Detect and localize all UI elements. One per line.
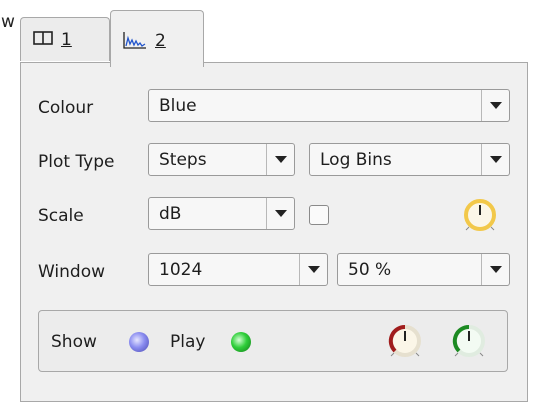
colour-value: Blue bbox=[159, 95, 197, 116]
gain-knob-icon[interactable] bbox=[462, 197, 498, 238]
plot-style-select[interactable]: Steps bbox=[148, 143, 295, 176]
show-toggle-led[interactable] bbox=[129, 332, 149, 352]
tab-1[interactable]: 1 bbox=[20, 17, 110, 61]
play-toggle-led[interactable] bbox=[231, 332, 251, 352]
chevron-down-icon bbox=[299, 254, 327, 285]
split-view-icon bbox=[33, 30, 53, 50]
bins-value: Log Bins bbox=[320, 149, 392, 170]
scale-select[interactable]: dB bbox=[148, 197, 295, 230]
chevron-down-icon bbox=[266, 144, 294, 175]
scale-value: dB bbox=[159, 203, 182, 224]
chevron-down-icon bbox=[266, 198, 294, 229]
overlap-value: 50 % bbox=[348, 259, 392, 280]
clipped-window-text: w bbox=[1, 12, 15, 32]
tab-2-label: 2 bbox=[155, 31, 166, 51]
chevron-down-icon bbox=[481, 254, 509, 285]
chevron-down-icon bbox=[481, 90, 509, 121]
playback-group: Show Play bbox=[38, 310, 508, 372]
level-knob-icon[interactable] bbox=[451, 323, 487, 364]
plot-type-label: Plot Type bbox=[38, 152, 115, 172]
show-label: Show bbox=[51, 332, 97, 352]
scale-checkbox[interactable] bbox=[309, 205, 329, 225]
colour-label: Colour bbox=[38, 98, 94, 118]
tab-1-label: 1 bbox=[61, 29, 72, 50]
chevron-down-icon bbox=[481, 144, 509, 175]
window-label: Window bbox=[38, 262, 106, 282]
overlap-select[interactable]: 50 % bbox=[337, 253, 510, 286]
threshold-knob-icon[interactable] bbox=[387, 323, 423, 364]
bins-select[interactable]: Log Bins bbox=[309, 143, 510, 176]
play-label: Play bbox=[170, 332, 206, 352]
plot-style-value: Steps bbox=[159, 149, 207, 170]
colour-select[interactable]: Blue bbox=[148, 89, 510, 122]
scale-label: Scale bbox=[38, 206, 84, 226]
tab-2[interactable]: 2 bbox=[110, 10, 204, 67]
window-size-value: 1024 bbox=[159, 259, 203, 280]
window-size-select[interactable]: 1024 bbox=[148, 253, 328, 286]
spectrum-icon bbox=[123, 31, 147, 54]
